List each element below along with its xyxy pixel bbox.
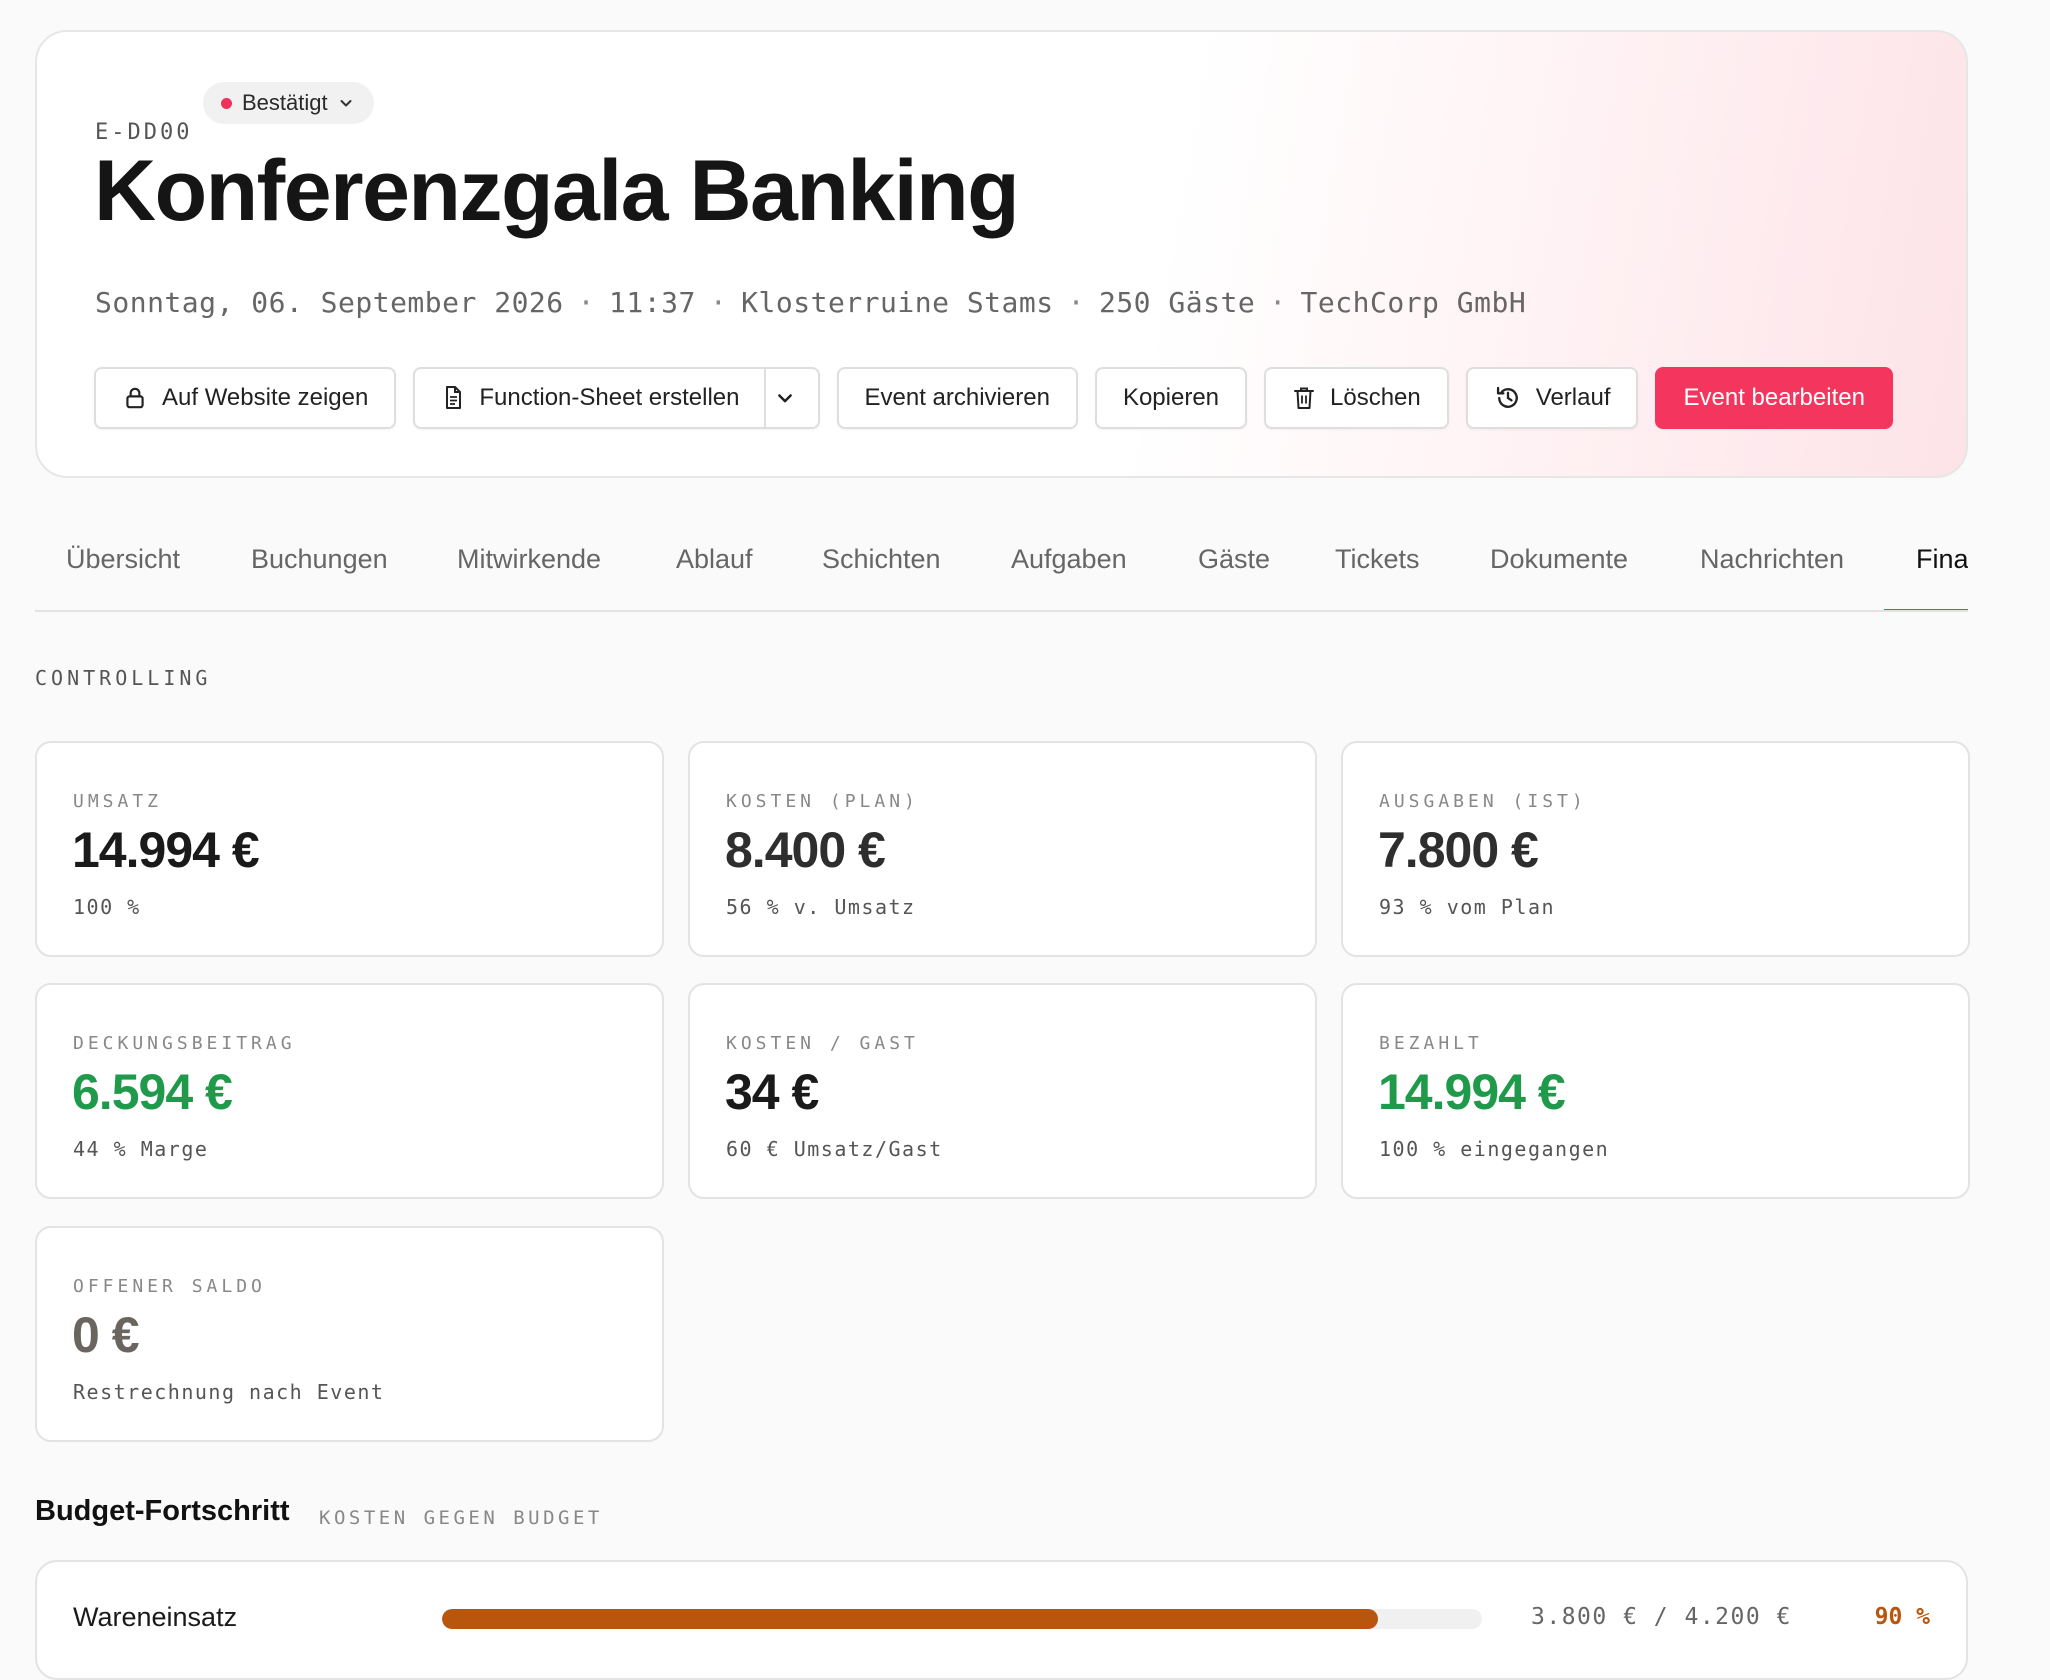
kpi-label: KOSTEN / GAST xyxy=(726,1033,919,1054)
history-icon xyxy=(1496,386,1518,408)
kpi-value: 6.594 € xyxy=(72,1064,233,1120)
edit-event-label: Event bearbeiten xyxy=(1683,384,1865,411)
document-icon xyxy=(446,386,462,409)
tab-schichten[interactable]: Schichten xyxy=(822,544,941,575)
delete-button[interactable]: Löschen xyxy=(1264,367,1449,429)
tab-dokumente[interactable]: Dokumente xyxy=(1490,544,1628,575)
kpi-card-ausgaben-ist: AUSGABEN (IST) 7.800 € 93 % vom Plan xyxy=(1341,741,1970,957)
kpi-subtext: 100 % eingegangen xyxy=(1379,1137,1610,1161)
budget-row-label: Wareneinsatz xyxy=(73,1602,238,1632)
kpi-value: 8.400 € xyxy=(725,822,886,878)
kpi-label: OFFENER SALDO xyxy=(73,1276,266,1297)
archive-event-label: Event archivieren xyxy=(864,384,1050,411)
copy-button[interactable]: Kopieren xyxy=(1094,367,1248,429)
budget-section-title: Budget-Fortschritt xyxy=(35,1495,290,1527)
meta-separator: · xyxy=(1269,286,1287,319)
history-label: Verlauf xyxy=(1535,384,1611,411)
kpi-card-kosten-plan: KOSTEN (PLAN) 8.400 € 56 % v. Umsatz xyxy=(688,741,1317,957)
edit-event-button[interactable]: Event bearbeiten xyxy=(1655,367,1893,429)
kpi-subtext: 56 % v. Umsatz xyxy=(726,895,916,919)
kpi-subtext: 60 € Umsatz/Gast xyxy=(726,1137,943,1161)
tab-mitwirkende[interactable]: Mitwirkende xyxy=(457,544,601,575)
meta-separator: · xyxy=(709,286,728,319)
trash-icon xyxy=(1294,387,1315,409)
kpi-label: DECKUNGSBEITRAG xyxy=(73,1033,296,1054)
kpi-card-umsatz: UMSATZ 14.994 € 100 % xyxy=(35,741,664,957)
event-client: TechCorp GmbH xyxy=(1300,286,1527,319)
tab-nachrichten[interactable]: Nachrichten xyxy=(1700,544,1844,575)
kpi-label: UMSATZ xyxy=(73,791,163,812)
kpi-label: BEZAHLT xyxy=(1379,1033,1483,1054)
action-bar: Auf Website zeigen Function-Sheet erstel… xyxy=(94,367,1893,429)
budget-row-amount: 3.800 € / 4.200 € xyxy=(1531,1604,1792,1630)
event-time: 11:37 xyxy=(609,286,696,319)
event-title: Konferenzgala Banking xyxy=(94,143,1020,239)
kpi-label: AUSGABEN (IST) xyxy=(1379,791,1587,812)
event-location: Klosterruine Stams xyxy=(741,286,1054,319)
kpi-card-offener-saldo: OFFENER SALDO 0 € Restrechnung nach Even… xyxy=(35,1226,664,1442)
kpi-subtext: 44 % Marge xyxy=(73,1137,209,1161)
copy-label: Kopieren xyxy=(1122,384,1220,411)
kpi-value: 34 € xyxy=(725,1064,819,1120)
kpi-label: KOSTEN (PLAN) xyxy=(726,791,919,812)
tab-gaeste[interactable]: Gäste xyxy=(1198,544,1270,575)
kpi-value: 7.800 € xyxy=(1378,822,1539,878)
chevron-down-icon xyxy=(340,100,352,107)
budget-card: Wareneinsatz 3.800 € / 4.200 € 90 % xyxy=(35,1560,1968,1680)
tab-tickets[interactable]: Tickets xyxy=(1335,544,1420,575)
function-sheet-label: Function-Sheet erstellen xyxy=(479,384,740,411)
chevron-down-icon xyxy=(777,394,792,403)
kpi-subtext: 93 % vom Plan xyxy=(1379,895,1556,919)
event-guests: 250 Gäste xyxy=(1098,286,1256,319)
kpi-card-kosten-pro-gast: KOSTEN / GAST 34 € 60 € Umsatz/Gast xyxy=(688,983,1317,1199)
tab-finanzen[interactable]: Finanzen xyxy=(1916,544,1968,575)
kpi-card-deckungsbeitrag: DECKUNGSBEITRAG 6.594 € 44 % Marge xyxy=(35,983,664,1199)
event-date: Sonntag, 06. September 2026 xyxy=(95,286,564,319)
budget-row-percent: 90 % xyxy=(1874,1604,1930,1630)
tab-bar: Übersicht Buchungen Mitwirkende Ablauf S… xyxy=(35,530,1968,612)
show-on-website-button[interactable]: Auf Website zeigen xyxy=(94,367,397,429)
meta-separator: · xyxy=(577,286,596,319)
show-on-website-label: Auf Website zeigen xyxy=(162,384,369,411)
budget-progress-track xyxy=(442,1609,1482,1629)
tab-uebersicht[interactable]: Übersicht xyxy=(66,544,180,575)
delete-label: Löschen xyxy=(1330,384,1421,411)
event-meta: Sonntag, 06. September 2026 · 11:37 · Kl… xyxy=(95,286,1526,319)
active-tab-indicator xyxy=(1884,609,1968,610)
function-sheet-split-button: Function-Sheet erstellen xyxy=(413,367,820,429)
kpi-subtext: Restrechnung nach Event xyxy=(73,1380,385,1404)
controlling-section-label: CONTROLLING xyxy=(35,666,212,690)
meta-separator: · xyxy=(1067,286,1085,319)
archive-event-button[interactable]: Event archivieren xyxy=(836,367,1078,429)
budget-section-subtitle: KOSTEN GEGEN BUDGET xyxy=(319,1507,603,1529)
function-sheet-button[interactable]: Function-Sheet erstellen xyxy=(415,369,763,427)
function-sheet-dropdown-toggle[interactable] xyxy=(763,369,818,427)
lock-icon xyxy=(126,387,144,409)
history-button[interactable]: Verlauf xyxy=(1465,367,1639,429)
kpi-value: 14.994 € xyxy=(72,822,260,878)
budget-progress-fill xyxy=(442,1609,1378,1629)
status-dropdown[interactable]: Bestätigt xyxy=(203,82,374,124)
tab-buchungen[interactable]: Buchungen xyxy=(251,544,388,575)
kpi-subtext: 100 % xyxy=(73,895,141,919)
kpi-value: 0 € xyxy=(72,1307,140,1363)
tab-ablauf[interactable]: Ablauf xyxy=(676,544,753,575)
status-dot-icon xyxy=(221,97,232,109)
event-header-card: E-DD00 Bestätigt Konferenzgala Banking S… xyxy=(35,30,1968,478)
tab-aufgaben[interactable]: Aufgaben xyxy=(1011,544,1127,575)
kpi-value: 14.994 € xyxy=(1378,1064,1566,1120)
status-label: Bestätigt xyxy=(242,90,328,115)
kpi-card-bezahlt: BEZAHLT 14.994 € 100 % eingegangen xyxy=(1341,983,1970,1199)
